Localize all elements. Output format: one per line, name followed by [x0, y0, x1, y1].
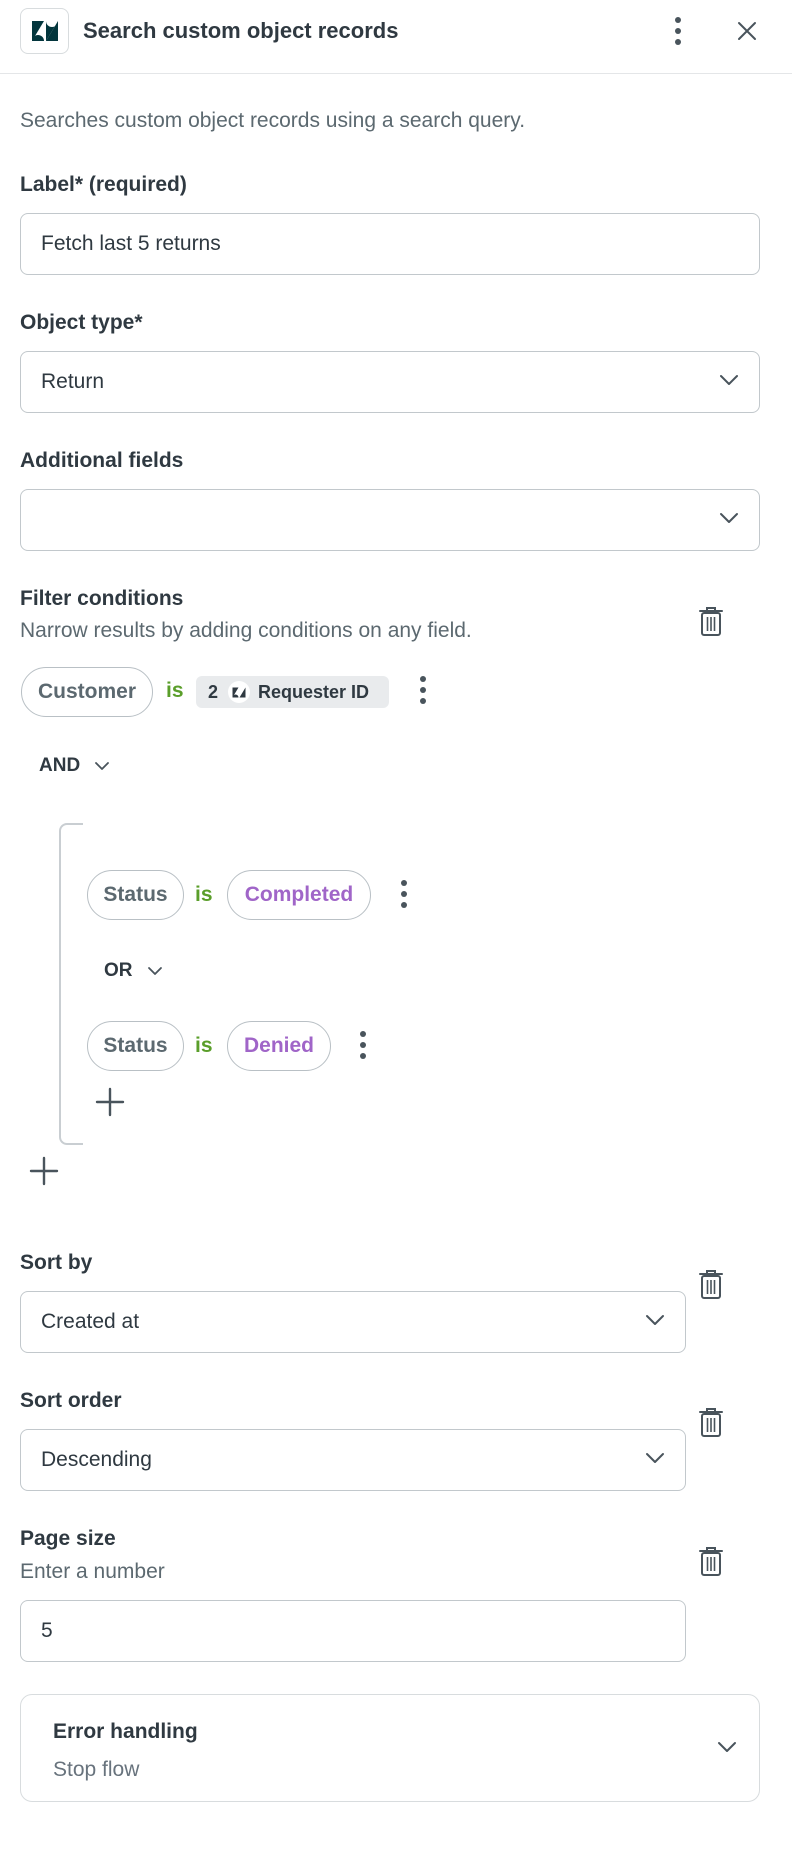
condition-operator[interactable]: is: [166, 679, 184, 703]
and-label: AND: [39, 755, 81, 776]
page-size-label: Page size: [20, 1527, 116, 1550]
condition-field-pill[interactable]: Customer: [21, 667, 153, 717]
group-condition-field-pill[interactable]: Status: [87, 1021, 184, 1071]
page-size-value: 5: [41, 1619, 53, 1642]
sort-by-value: Created at: [41, 1310, 140, 1333]
delete-page-size-trash-icon[interactable]: [696, 1544, 726, 1578]
additional-fields-label: Additional fields: [20, 449, 184, 472]
sort-order-select[interactable]: Descending: [20, 1429, 686, 1491]
chevron-down-icon: [718, 1742, 736, 1752]
delete-filter-trash-icon[interactable]: [696, 604, 726, 638]
delete-sort-order-trash-icon[interactable]: [696, 1405, 726, 1439]
group-condition-menu-button[interactable]: [353, 1026, 373, 1064]
sort-by-label: Sort by: [20, 1251, 93, 1274]
sort-by-select[interactable]: Created at: [20, 1291, 686, 1353]
filter-conditions-label: Filter conditions: [20, 587, 184, 610]
and-logic-dropdown[interactable]: AND: [39, 755, 110, 777]
group-condition-operator[interactable]: is: [195, 883, 213, 907]
kebab-icon: [360, 1031, 366, 1059]
panel-header: Search custom object records: [0, 0, 792, 74]
chip-step-number: 2: [208, 681, 219, 702]
condition-menu-button[interactable]: [413, 671, 433, 709]
object-type-label: Object type*: [20, 311, 143, 334]
label-input[interactable]: Fetch last 5 returns: [20, 213, 760, 275]
chevron-down-icon: [147, 967, 162, 975]
delete-sort-by-trash-icon[interactable]: [696, 1267, 726, 1301]
object-type-select[interactable]: Return: [20, 351, 760, 413]
label-input-value: Fetch last 5 returns: [41, 232, 221, 255]
more-options-button[interactable]: [663, 12, 693, 50]
requester-id-chip[interactable]: 2 Requester ID: [196, 676, 389, 708]
add-condition-plus-icon[interactable]: [28, 1155, 60, 1187]
zendesk-logo-icon: [20, 8, 69, 54]
page-title: Search custom object records: [83, 18, 399, 43]
chevron-down-icon: [646, 1453, 664, 1463]
label-field-label: Label* (required): [20, 173, 187, 196]
close-button[interactable]: [730, 14, 764, 48]
chevron-down-icon: [646, 1315, 664, 1325]
error-handling-accordion[interactable]: Error handling Stop flow: [20, 1694, 760, 1802]
chevron-down-icon: [720, 375, 738, 385]
group-condition-value-pill[interactable]: Completed: [227, 870, 371, 920]
close-icon: [738, 22, 756, 40]
condition-group-bracket: [59, 823, 83, 1145]
or-logic-dropdown[interactable]: OR: [104, 960, 163, 982]
step-description: Searches custom object records using a s…: [20, 109, 526, 132]
error-handling-label: Error handling: [53, 1720, 198, 1743]
page-size-hint: Enter a number: [20, 1560, 165, 1583]
page-size-input[interactable]: 5: [20, 1600, 686, 1662]
group-condition-menu-button[interactable]: [394, 875, 414, 913]
error-handling-value: Stop flow: [53, 1758, 140, 1781]
or-label: OR: [104, 960, 133, 981]
chip-label: Requester ID: [258, 681, 370, 702]
kebab-icon: [675, 17, 681, 45]
filter-conditions-hint: Narrow results by adding conditions on a…: [20, 619, 472, 642]
object-type-value: Return: [41, 370, 105, 393]
group-condition-operator[interactable]: is: [195, 1034, 213, 1058]
add-group-condition-plus-icon[interactable]: [94, 1086, 126, 1118]
zendesk-logo-icon: [228, 681, 251, 703]
group-condition-value-pill[interactable]: Denied: [227, 1021, 331, 1071]
sort-order-value: Descending: [41, 1448, 152, 1471]
chevron-down-icon: [95, 762, 110, 770]
additional-fields-select[interactable]: [20, 489, 760, 551]
sort-order-label: Sort order: [20, 1389, 122, 1412]
group-condition-field-pill[interactable]: Status: [87, 870, 184, 920]
chevron-down-icon: [720, 513, 738, 523]
kebab-icon: [420, 676, 426, 704]
kebab-icon: [401, 880, 407, 908]
